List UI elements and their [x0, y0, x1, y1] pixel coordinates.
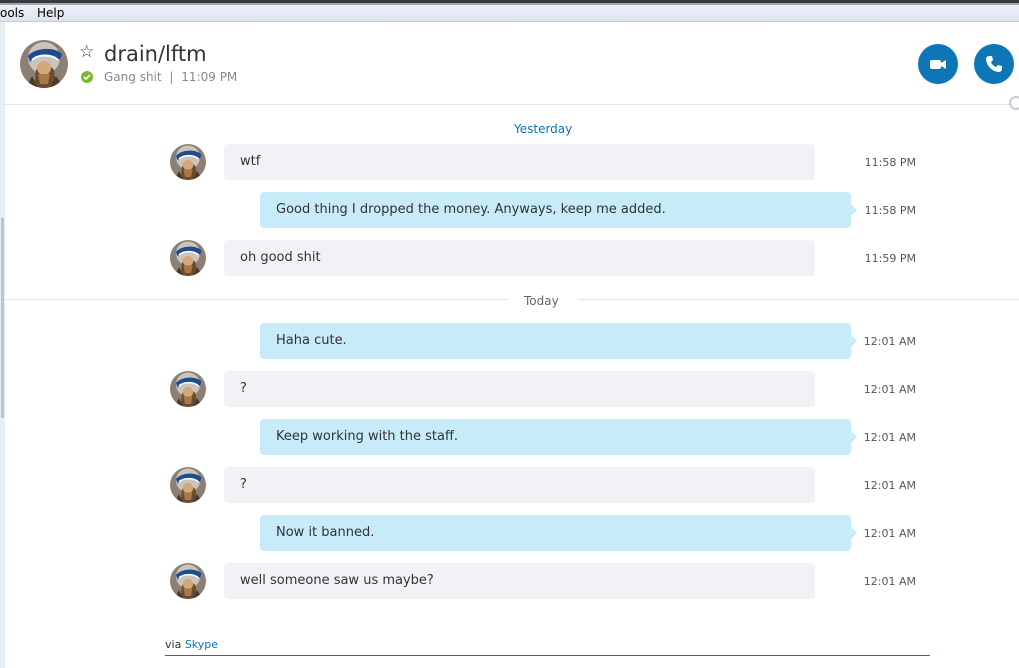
message-time: 12:01 AM: [863, 431, 916, 444]
message-time: 12:01 AM: [863, 575, 916, 588]
contact-avatar-image: [20, 40, 68, 88]
menu-bar: ools Help: [0, 0, 1019, 22]
mood-message: Gang shit: [104, 70, 162, 84]
sender-avatar-image: [170, 467, 206, 503]
message-row: oh good shit 11:59 PM: [0, 240, 1019, 276]
incoming-message-bubble[interactable]: well someone saw us maybe?: [224, 563, 815, 599]
sender-avatar[interactable]: [170, 240, 206, 276]
menu-tools[interactable]: ools: [0, 6, 24, 20]
outgoing-message-bubble[interactable]: Now it banned.: [260, 515, 857, 551]
message-time: 12:01 AM: [863, 383, 916, 396]
incoming-message-bubble[interactable]: ?: [224, 371, 815, 407]
message-text: Good thing I dropped the money. Anyways,…: [276, 202, 666, 217]
sender-avatar[interactable]: [170, 563, 206, 599]
sender-avatar-image: [170, 240, 206, 276]
phone-icon: [986, 56, 1002, 72]
message-time: 11:58 PM: [864, 156, 916, 169]
video-call-button[interactable]: [918, 44, 958, 84]
sender-avatar[interactable]: [170, 467, 206, 503]
incoming-message-bubble[interactable]: oh good shit: [224, 240, 815, 276]
audio-call-button[interactable]: [974, 44, 1014, 84]
contact-name[interactable]: drain/lftm: [104, 42, 207, 66]
message-text: Haha cute.: [276, 333, 347, 348]
local-time: 11:09 PM: [181, 70, 238, 84]
message-text: ?: [240, 477, 247, 492]
online-check-icon: [81, 71, 93, 83]
message-row: wtf 11:58 PM: [0, 144, 1019, 180]
message-composer-underline[interactable]: [165, 655, 930, 656]
sender-avatar-image: [170, 563, 206, 599]
window-top-edge-shadow: [0, 3, 1019, 5]
message-time: 12:01 AM: [863, 527, 916, 540]
message-time: 11:58 PM: [864, 204, 916, 217]
sender-avatar-image: [170, 371, 206, 407]
message-time: 12:01 AM: [863, 335, 916, 348]
day-divider-right: [578, 299, 1019, 300]
day-divider-left: [5, 299, 508, 300]
sender-avatar-image: [170, 144, 206, 180]
message-text: oh good shit: [240, 250, 321, 265]
message-row: ? 12:01 AM: [0, 371, 1019, 407]
message-row: Now it banned. 12:01 AM: [0, 515, 1019, 551]
message-row: Good thing I dropped the money. Anyways,…: [0, 192, 1019, 228]
message-row: Keep working with the staff. 12:01 AM: [0, 419, 1019, 455]
message-text: well someone saw us maybe?: [240, 573, 434, 588]
message-text: wtf: [240, 154, 261, 169]
star-outline-icon[interactable]: ☆: [79, 44, 94, 61]
message-text: Keep working with the staff.: [276, 429, 459, 444]
mood-separator: |: [169, 70, 174, 84]
incoming-message-bubble[interactable]: wtf: [224, 144, 815, 180]
menu-help[interactable]: Help: [37, 6, 64, 20]
day-label-today: Today: [524, 294, 559, 308]
message-row: ? 12:01 AM: [0, 467, 1019, 503]
outgoing-message-bubble[interactable]: Keep working with the staff.: [260, 419, 857, 455]
sender-avatar[interactable]: [170, 144, 206, 180]
day-label-yesterday: Yesterday: [514, 122, 573, 136]
message-time: 11:59 PM: [864, 252, 916, 265]
sender-avatar[interactable]: [170, 371, 206, 407]
message-text: Now it banned.: [276, 525, 375, 540]
video-camera-icon: [930, 60, 946, 69]
message-time: 12:01 AM: [863, 479, 916, 492]
via-attribution: via Skype: [165, 638, 218, 651]
via-label: via: [165, 638, 182, 651]
outgoing-message-bubble[interactable]: Good thing I dropped the money. Anyways,…: [260, 192, 857, 228]
message-row: well someone saw us maybe? 12:01 AM: [0, 563, 1019, 599]
outgoing-message-bubble[interactable]: Haha cute.: [260, 323, 857, 359]
conversation-header: ☆ drain/lftm Gang shit | 11:09 PM: [5, 22, 1019, 105]
side-panel-toggle[interactable]: [1009, 96, 1019, 110]
message-text: ?: [240, 381, 247, 396]
contact-mood-line: Gang shit | 11:09 PM: [104, 70, 237, 84]
incoming-message-bubble[interactable]: ?: [224, 467, 815, 503]
message-row: Haha cute. 12:01 AM: [0, 323, 1019, 359]
contact-avatar[interactable]: [20, 40, 68, 88]
via-skype-link[interactable]: Skype: [185, 638, 218, 651]
